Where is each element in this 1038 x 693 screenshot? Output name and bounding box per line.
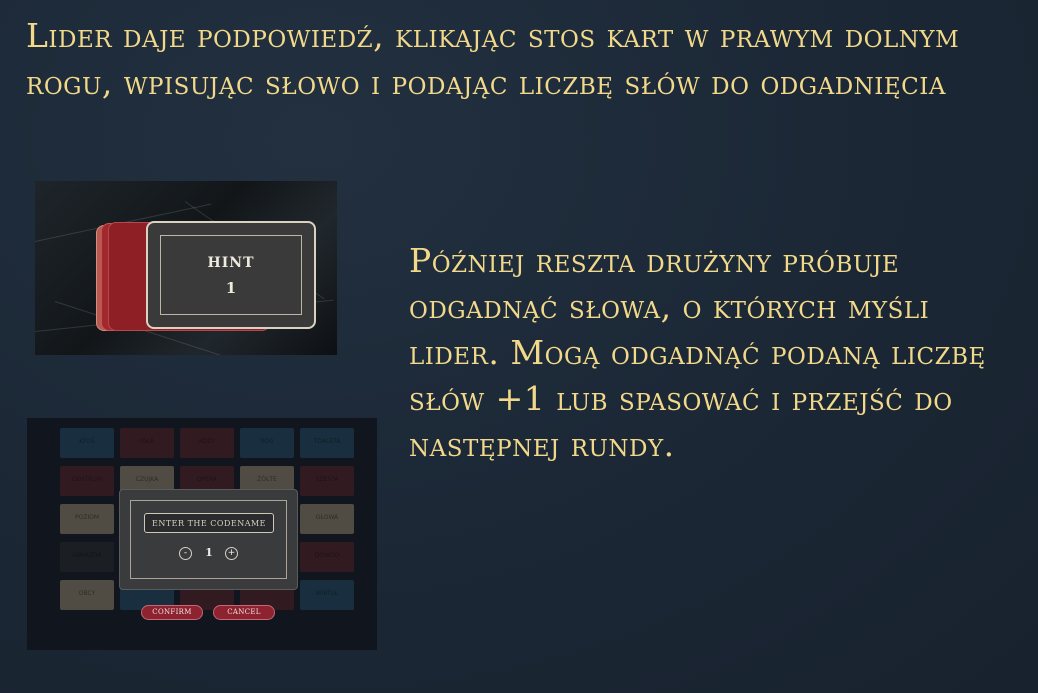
- instructions-heading: Lider daje podpowiedź, klikając stos kar…: [26, 16, 960, 102]
- hint-card-count: 1: [225, 279, 237, 297]
- word-count-value: 1: [205, 546, 213, 559]
- hint-card-title: HINT: [207, 255, 255, 271]
- decrement-button[interactable]: -: [179, 547, 192, 560]
- codename-dialog-screenshot: KTOŚ IGŁA KOZY RÓG TOALETA CENTRUM CZUJKA OPERA…: [27, 418, 377, 650]
- hint-stack-screenshot: HINT 1: [35, 181, 337, 355]
- codename-dialog: - 1 +: [119, 489, 298, 590]
- hint-card-frame: [160, 235, 302, 315]
- confirm-button[interactable]: CONFIRM: [141, 605, 203, 620]
- instructions-body: Później reszta drużyny próbuje odgadnąć …: [409, 241, 986, 464]
- dialog-frame: [130, 500, 287, 579]
- hint-card[interactable]: HINT 1: [146, 221, 316, 329]
- cancel-button[interactable]: CANCEL: [213, 605, 275, 620]
- codename-input[interactable]: [144, 513, 274, 533]
- increment-button[interactable]: +: [225, 547, 238, 560]
